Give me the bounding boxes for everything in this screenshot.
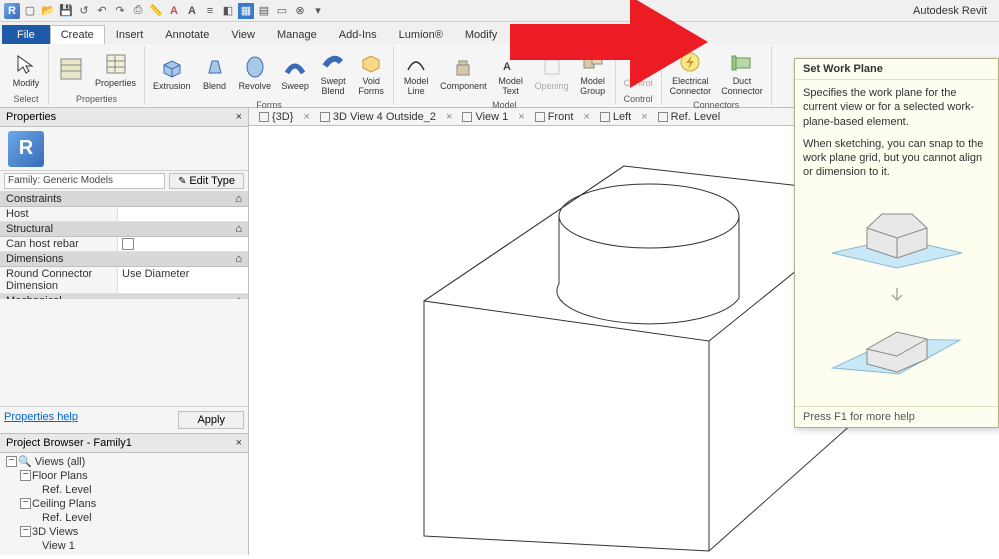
print-icon[interactable]: ⎙ [130, 3, 146, 19]
type-selector[interactable]: R [0, 127, 248, 171]
prop-category[interactable]: Constraints⌂ [0, 192, 248, 207]
open-icon[interactable]: 📂 [40, 3, 56, 19]
ribbon-tabs: File Create Insert Annotate View Manage … [0, 22, 999, 44]
view-icon [658, 112, 668, 122]
dropdown-icon[interactable]: ▾ [310, 3, 326, 19]
revolve-button[interactable]: Revolve [235, 51, 276, 94]
tree-root[interactable]: 🔍 Views (all) [4, 455, 244, 469]
new-icon[interactable]: ▢ [22, 3, 38, 19]
extrusion-button[interactable]: Extrusion [149, 51, 195, 94]
grid-icon[interactable]: ▤ [256, 3, 272, 19]
model-line-button[interactable]: Model Line [398, 46, 434, 99]
ribbon-group-properties: Properties Properties [49, 46, 145, 105]
family-types-button[interactable] [53, 53, 89, 86]
tooltip-set-work-plane: Set Work Plane Specifies the work plane … [794, 58, 999, 428]
duct-connector-button[interactable]: Duct Connector [717, 46, 767, 99]
tab-modify[interactable]: Modify [454, 25, 508, 44]
align-icon[interactable]: ≡ [202, 3, 218, 19]
prop-row[interactable]: Host [0, 207, 248, 222]
revit-logo-icon: R [8, 131, 44, 167]
app-menu-icon[interactable]: R [4, 3, 20, 19]
swept-blend-button[interactable]: Swept Blend [315, 46, 351, 99]
tooltip-desc1: Specifies the work plane for the current… [803, 86, 990, 129]
tab-manage[interactable]: Manage [266, 25, 328, 44]
prop-category[interactable]: Structural⌂ [0, 222, 248, 237]
left-panel: Properties × R Family: Generic Models ✎ … [0, 108, 249, 555]
tab-addins[interactable]: Add-Ins [328, 25, 388, 44]
app-title: Autodesk Revit [913, 5, 987, 17]
properties-header: Properties × [0, 108, 248, 127]
project-browser-tree: 🔍 Views (all)Floor PlansRef. LevelCeilin… [0, 453, 248, 555]
properties-button[interactable]: Properties [91, 48, 140, 91]
save-icon[interactable]: 💾 [58, 3, 74, 19]
tooltip-footer: Press F1 for more help [795, 406, 998, 427]
view-tab[interactable]: {3D} [253, 110, 299, 124]
title-bar: R ▢ 📂 💾 ↺ ↶ ↷ ⎙ 📏 A A ≡ ◧ ▦ ▤ ▭ ⊗ ▾ Auto… [0, 0, 999, 22]
tab-annotate[interactable]: Annotate [154, 25, 220, 44]
tab-view[interactable]: View [220, 25, 266, 44]
modify-button[interactable]: Modify [8, 48, 44, 91]
tooltip-title: Set Work Plane [795, 59, 998, 80]
properties-grid: Constraints⌂HostStructural⌂Can host reba… [0, 192, 248, 299]
project-browser-header: Project Browser - Family1 × [0, 433, 248, 453]
tooltip-illustration [795, 186, 998, 406]
tab-file[interactable]: File [2, 25, 50, 44]
tag-icon[interactable]: ◧ [220, 3, 236, 19]
tree-leaf[interactable]: View 1 [18, 539, 244, 553]
tooltip-desc2: When sketching, you can snap to the work… [803, 137, 990, 180]
view-icon [259, 112, 269, 122]
tree-leaf[interactable]: Ref. Level [18, 511, 244, 525]
properties-title: Properties [6, 111, 56, 123]
view-icon [320, 112, 330, 122]
ribbon-group-select: Modify Select [4, 46, 49, 105]
undo-icon[interactable]: ↶ [94, 3, 110, 19]
prop-row[interactable]: Can host rebar [0, 237, 248, 252]
browser-close-icon[interactable]: × [236, 437, 242, 449]
ribbon-group-forms: Extrusion Blend Revolve Sweep Swept Blen… [145, 46, 394, 105]
window-icon[interactable]: ▦ [238, 3, 254, 19]
thin-icon[interactable]: ▭ [274, 3, 290, 19]
component-button[interactable]: Component [436, 51, 491, 94]
family-selector[interactable]: Family: Generic Models [4, 173, 165, 189]
properties-help-link[interactable]: Properties help [4, 411, 78, 429]
view-tab[interactable]: 3D View 4 Outside_2 [314, 110, 442, 124]
void-forms-button[interactable]: Void Forms [353, 46, 389, 99]
tab-insert[interactable]: Insert [105, 25, 155, 44]
view-icon [535, 112, 545, 122]
view-icon [600, 112, 610, 122]
edit-type-button[interactable]: ✎ Edit Type [169, 173, 244, 189]
quick-access-toolbar: R ▢ 📂 💾 ↺ ↶ ↷ ⎙ 📏 A A ≡ ◧ ▦ ▤ ▭ ⊗ ▾ [4, 3, 326, 19]
properties-close-icon[interactable]: × [236, 111, 242, 123]
prop-category[interactable]: Dimensions⌂ [0, 252, 248, 267]
prop-row[interactable]: Round Connector DimensionUse Diameter [0, 267, 248, 294]
apply-button[interactable]: Apply [178, 411, 244, 429]
blend-button[interactable]: Blend [197, 51, 233, 94]
close-view-icon[interactable]: ⊗ [292, 3, 308, 19]
redo-icon[interactable]: ↷ [112, 3, 128, 19]
text-a-icon[interactable]: A [166, 3, 182, 19]
sweep-button[interactable]: Sweep [277, 51, 313, 94]
sync-icon[interactable]: ↺ [76, 3, 92, 19]
measure-icon[interactable]: 📏 [148, 3, 164, 19]
tree-node[interactable]: 3D Views [18, 525, 244, 539]
view-icon [462, 112, 472, 122]
tab-create[interactable]: Create [50, 25, 105, 44]
text-a2-icon[interactable]: A [184, 3, 200, 19]
tree-node[interactable]: Ceiling Plans [18, 497, 244, 511]
tree-node[interactable]: Floor Plans [18, 469, 244, 483]
tab-lumion[interactable]: Lumion® [388, 25, 454, 44]
view-tab[interactable]: View 1 [456, 110, 514, 124]
browser-title: Project Browser - Family1 [6, 437, 132, 449]
tree-leaf[interactable]: Ref. Level [18, 483, 244, 497]
checkbox[interactable] [122, 238, 134, 250]
annotation-arrow-icon [510, 0, 710, 112]
